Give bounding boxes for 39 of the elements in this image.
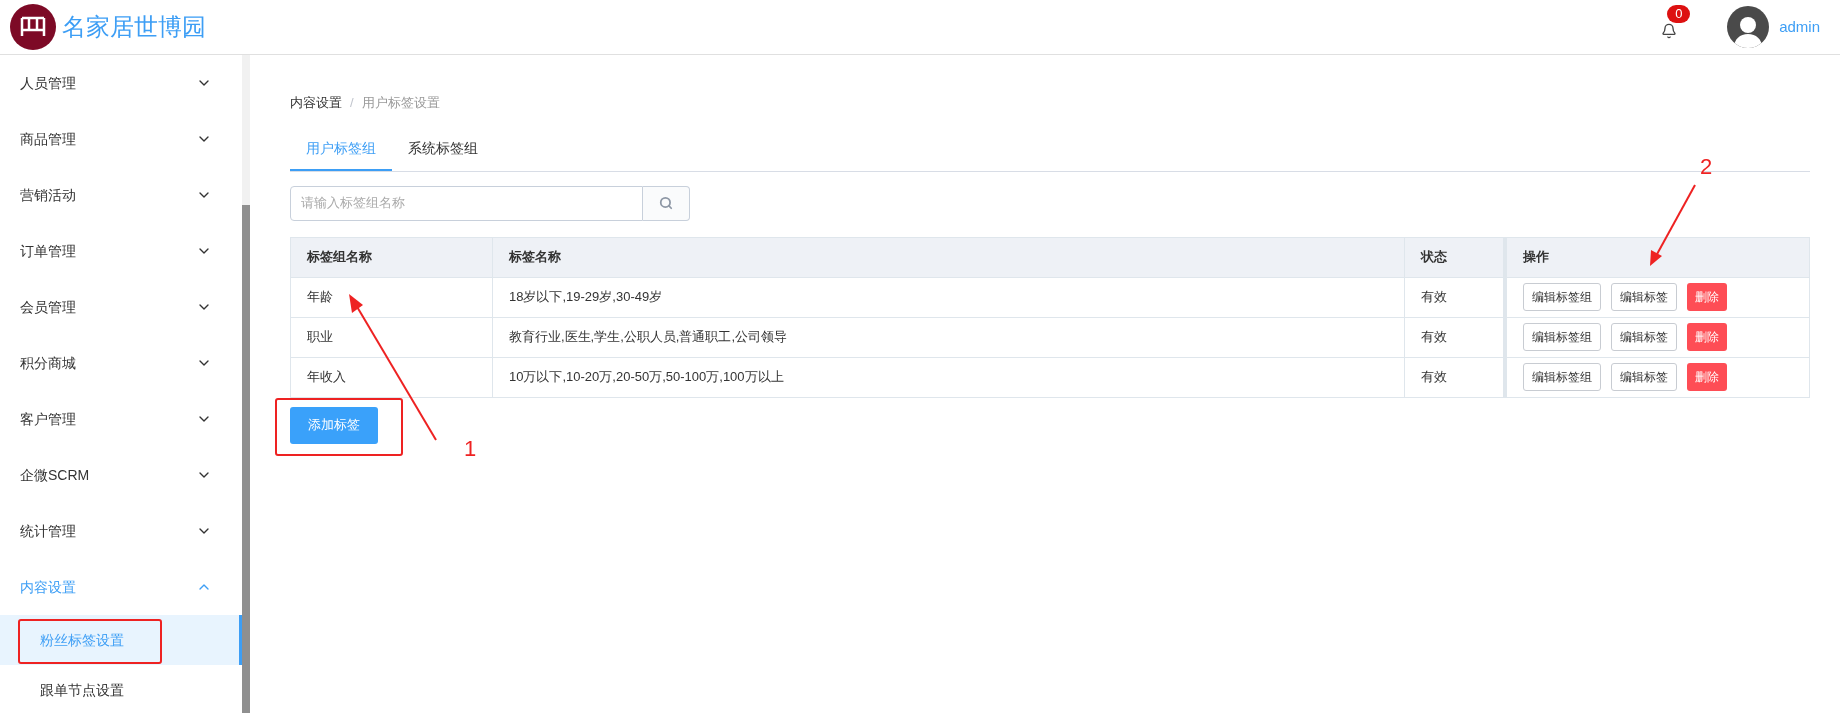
sidebar-menu-item[interactable]: 客户管理 — [0, 391, 242, 447]
scrollbar[interactable] — [242, 55, 250, 713]
sidebar-menu-item[interactable]: 商品管理 — [0, 111, 242, 167]
sidebar-menu-item[interactable]: 人员管理 — [0, 55, 242, 111]
bed-logo-icon — [10, 4, 56, 50]
edit-button[interactable]: 编辑标签组 — [1522, 363, 1601, 391]
search-field[interactable]: 请输入标签组名称 — [290, 185, 643, 221]
sidebar-menu-item[interactable]: 积分商城 — [0, 335, 242, 391]
breadcrumb-separator: / — [350, 94, 354, 112]
edit-button[interactable]: 编辑标签 — [1610, 363, 1677, 391]
breadcrumb-item: 用户标签设置 — [361, 94, 440, 112]
search-icon — [659, 196, 673, 210]
table-cell: 年收入 — [290, 357, 493, 397]
sidebar-menu-item[interactable]: 订单管理 — [0, 223, 242, 279]
site-title: 名家居世博园 — [62, 12, 206, 42]
column-header: 状态 — [1404, 237, 1505, 277]
tab[interactable]: 系统标签组 — [392, 137, 494, 171]
table-cell: 职业 — [290, 317, 493, 357]
annotation-number: 1 — [464, 435, 477, 463]
edit-button[interactable]: 编辑标签 — [1610, 323, 1677, 351]
table-cell: 教育行业,医生,学生,公职人员,普通职工,公司领导 — [492, 317, 1405, 357]
edit-button[interactable]: 编辑标签组 — [1522, 283, 1601, 311]
sidebar-menu-item[interactable]: 企微SCRM — [0, 447, 242, 503]
column-header: 标签名称 — [492, 237, 1405, 277]
sidebar-menu-item[interactable]: 会员管理 — [0, 279, 242, 335]
edit-button[interactable]: 编辑标签 — [1610, 283, 1677, 311]
bell-icon[interactable] — [1661, 23, 1678, 39]
column-header: 操作 — [1504, 237, 1810, 277]
table-cell: 10万以下,10-20万,20-50万,50-100万,100万以上 — [492, 357, 1405, 397]
notification-badge: 0 — [1667, 5, 1691, 23]
sidebar-menu-item[interactable]: 统计管理 — [0, 503, 242, 559]
table-cell: 18岁以下,19-29岁,30-49岁 — [492, 277, 1405, 317]
breadcrumb-item[interactable]: 内容设置 — [290, 93, 342, 113]
column-header: 标签组名称 — [290, 237, 493, 277]
annotation-number: 2 — [1700, 153, 1713, 181]
edit-button[interactable]: 编辑标签组 — [1522, 323, 1601, 351]
sidebar-menu-item[interactable]: 营销活动 — [0, 167, 242, 223]
sidebar-submenu-item[interactable]: 跟单节点设置 — [0, 665, 242, 713]
avatar-icon[interactable] — [1727, 6, 1770, 48]
